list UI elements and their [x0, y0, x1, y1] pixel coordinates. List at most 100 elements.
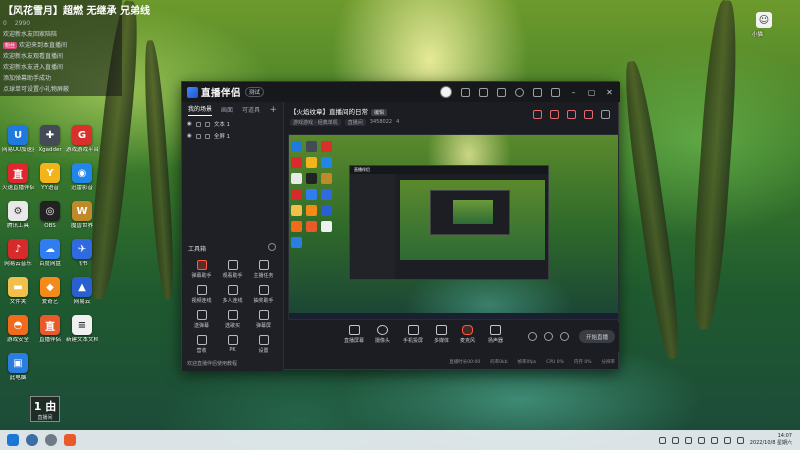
widget-text: 1 由: [33, 399, 57, 413]
tray-app-icon[interactable]: [697, 436, 705, 444]
camera-button[interactable]: 摄像头: [375, 325, 390, 344]
gift-icon[interactable]: [479, 87, 488, 97]
desktop-icon[interactable]: W 魔兽世界: [66, 201, 98, 239]
phone-cast-button[interactable]: 手机投屏: [403, 325, 423, 344]
user-avatar[interactable]: [440, 86, 452, 98]
desktop-icon[interactable]: Y YY语音: [34, 163, 66, 201]
menu-icon[interactable]: [551, 87, 560, 97]
desktop-icon[interactable]: ▬ 文件夹: [2, 277, 34, 315]
speaker-button[interactable]: 扬声器: [488, 325, 503, 344]
desktop-icon[interactable]: ◆ 爱奇艺: [34, 277, 66, 315]
desktop-icon[interactable]: ◉ 迅雷影音: [66, 163, 98, 201]
settings-icon[interactable]: [45, 434, 57, 446]
screen-capture-button[interactable]: 直播屏幕: [344, 325, 364, 344]
desktop-icon[interactable]: G 游戏游戏平台: [66, 125, 98, 163]
tool-item[interactable]: 选歌买: [217, 310, 248, 335]
desktop-icon[interactable]: ≡ 新建文本文档: [66, 315, 98, 353]
minimize-button[interactable]: –: [569, 88, 578, 97]
tool-label: 抽奖助手: [253, 298, 274, 304]
tray-app-icon[interactable]: [671, 436, 679, 444]
window-titlebar[interactable]: 直播伴侣 测试 – ▢ ✕: [182, 82, 620, 102]
tool-item[interactable]: 视频连线: [186, 285, 217, 310]
eye-icon[interactable]: ◉: [187, 121, 192, 127]
tool-item[interactable]: 观看助手: [217, 260, 248, 285]
share-icon[interactable]: [601, 110, 610, 119]
screen-icon[interactable]: [497, 87, 506, 97]
add-scene-icon[interactable]: +: [269, 105, 277, 115]
desktop-icon[interactable]: ☁ 百度网盘: [34, 239, 66, 277]
tool-item[interactable]: 多人连线: [217, 285, 248, 310]
tool-icon: [227, 260, 238, 270]
calendar-icon[interactable]: [567, 110, 576, 119]
source-item[interactable]: ◉ 全屏 1: [182, 130, 283, 142]
tab-scenes[interactable]: 我的场景: [188, 104, 213, 116]
tool-icon: ⚙: [8, 201, 28, 221]
gift-box-icon[interactable]: [533, 110, 542, 119]
source-item[interactable]: ◉ 文本 1: [182, 118, 283, 130]
tool-icon: [258, 285, 269, 295]
clock[interactable]: 14:07 2022/10/8 星期六: [750, 433, 792, 447]
tool-item[interactable]: 营收: [186, 335, 217, 360]
preview-nested-window: 直播伴侣: [349, 165, 549, 280]
layout-icon[interactable]: [584, 110, 593, 119]
desktop-icon[interactable]: ✚ Xgadder: [34, 125, 66, 163]
desktop-icon[interactable]: 直火速直播伴侣: [2, 163, 34, 201]
lock-icon[interactable]: [195, 121, 201, 127]
shop-icon[interactable]: [550, 110, 559, 119]
tool-item[interactable]: 弹幕屏: [248, 310, 279, 335]
tool-item[interactable]: 抽奖助手: [248, 285, 279, 310]
cat-icon[interactable]: ☺: [756, 12, 772, 28]
desktop-icon[interactable]: U 网易UU加速器: [2, 125, 34, 163]
tutorial-link[interactable]: 欢迎直播伴侣使用教程: [187, 360, 237, 367]
tray-app-icon[interactable]: [684, 436, 692, 444]
tool-item[interactable]: PK: [217, 335, 248, 360]
desktop-icon[interactable]: ▲ 网易云: [66, 277, 98, 315]
effects-icon[interactable]: [544, 332, 553, 341]
live-partner-task-icon[interactable]: [64, 434, 76, 446]
help-icon[interactable]: [515, 87, 524, 97]
desktop-icon[interactable]: ◎ OBS: [34, 201, 66, 239]
settings-icon[interactable]: [533, 87, 542, 97]
toolbox-grid: 弹幕助手 观看助手 主播任务视频连线 多人连线 抽奖助手送弹幕 选歌买 弹幕屏营收 PK 设置: [186, 260, 280, 360]
tool-item[interactable]: 设置: [248, 335, 279, 360]
lock-icon[interactable]: [195, 133, 201, 139]
volume-icon[interactable]: [736, 436, 744, 444]
iqiyi-icon: ◆: [40, 277, 60, 297]
obs-icon: ◎: [40, 201, 60, 221]
stream-widget[interactable]: 1 由 直播间: [30, 396, 60, 422]
start-live-button[interactable]: 开始直播: [579, 330, 615, 343]
toolbox-more-icon[interactable]: [268, 243, 276, 251]
like-count: 0: [3, 20, 7, 27]
desktop-icon[interactable]: ▣ 此电脑: [2, 353, 34, 391]
media-button[interactable]: 多媒体: [434, 325, 449, 344]
tab-canvas[interactable]: 画面: [221, 105, 233, 116]
stream-preview[interactable]: 直播伴侣: [288, 134, 619, 320]
edit-button[interactable]: 编辑: [371, 109, 388, 116]
tool-item[interactable]: 弹幕助手: [186, 260, 217, 285]
chevron-up-icon[interactable]: [658, 436, 666, 444]
tool-item[interactable]: 主播任务: [248, 260, 279, 285]
room-category[interactable]: 游戏游戏 · 经典单机: [290, 119, 341, 126]
search-icon[interactable]: [26, 434, 38, 446]
close-button[interactable]: ✕: [605, 88, 614, 97]
tool-label: 多人连线: [222, 298, 243, 304]
desktop-icon[interactable]: ◓ 游戏安全: [2, 315, 34, 353]
desktop-icon[interactable]: ♪ 网易云音乐: [2, 239, 34, 277]
tool-label: 营收: [196, 348, 207, 354]
desktop-icon[interactable]: 直直播伴侣: [34, 315, 66, 353]
record-icon[interactable]: [528, 332, 537, 341]
network-icon[interactable]: [723, 436, 731, 444]
maximize-button[interactable]: ▢: [587, 88, 596, 97]
camera-icon: [377, 325, 388, 335]
gear-icon[interactable]: [560, 332, 569, 341]
eye-icon[interactable]: ◉: [187, 133, 192, 139]
tray-app-icon[interactable]: [710, 436, 718, 444]
warcraft-icon: W: [72, 201, 92, 221]
windows-start-icon[interactable]: [7, 434, 19, 446]
message-icon[interactable]: [461, 87, 470, 97]
tab-props[interactable]: 可道具: [242, 105, 260, 116]
desktop-icon[interactable]: ✈ 飞书: [66, 239, 98, 277]
desktop-icon[interactable]: ⚙ 腾讯工具: [2, 201, 34, 239]
microphone-button[interactable]: 麦克风: [460, 325, 475, 344]
tool-item[interactable]: 送弹幕: [186, 310, 217, 335]
